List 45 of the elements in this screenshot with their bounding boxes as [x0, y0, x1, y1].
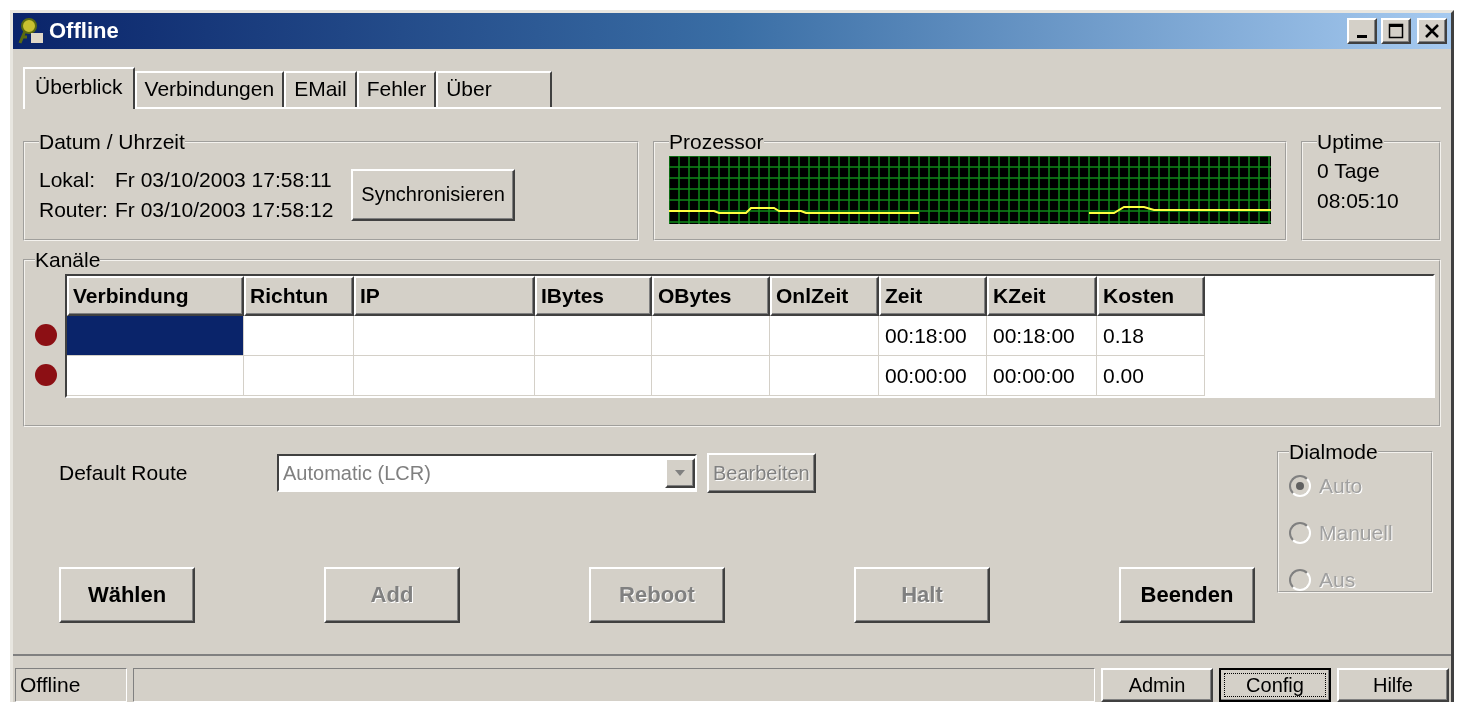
status-text: Offline	[15, 668, 127, 702]
column-header[interactable]: Verbindung	[67, 276, 244, 316]
uptime-text: 0 Tage	[1317, 158, 1381, 184]
tab[interactable]: Fehler	[356, 71, 437, 107]
table-cell: 00:00:00	[879, 356, 987, 396]
group-title: Uptime	[1317, 131, 1384, 152]
table-cell: 00:18:00	[879, 316, 987, 356]
table-cell: 0.00	[1097, 356, 1205, 396]
tab[interactable]: Über	[436, 71, 553, 107]
status-button[interactable]: Config	[1219, 668, 1331, 702]
action-button[interactable]: Wählen	[59, 567, 195, 623]
minimize-button[interactable]	[1347, 18, 1377, 44]
column-header[interactable]: KZeit	[987, 276, 1097, 316]
group-title: Dialmode	[1289, 441, 1378, 462]
close-icon	[1424, 23, 1440, 39]
date-time-text: Lokal: Fr 03/10/2003 17:58:11	[39, 166, 333, 193]
group-title: Prozessor	[669, 131, 764, 152]
keys-icon	[17, 17, 45, 45]
action-button[interactable]: Beenden	[1119, 567, 1255, 623]
maximize-icon	[1388, 23, 1404, 39]
group-title: Datum / Uhrzeit	[39, 131, 185, 152]
tab[interactable]: Überblick	[23, 67, 135, 109]
maximize-button[interactable]	[1381, 18, 1411, 44]
uptime-text: 08:05:10	[1317, 188, 1400, 214]
close-button[interactable]	[1417, 18, 1447, 44]
minimize-icon	[1357, 34, 1367, 38]
date-time-text: Router: Fr 03/10/2003 17:58:12	[39, 196, 334, 223]
field-label: Default Route	[59, 461, 189, 485]
column-header[interactable]: Richtun	[244, 276, 354, 316]
column-header[interactable]: OnlZeit	[770, 276, 879, 316]
table-cell: 00:00:00	[987, 356, 1097, 396]
column-header[interactable]: IP	[354, 276, 535, 316]
window-title: Offline	[49, 18, 120, 44]
column-header[interactable]: Kosten	[1097, 276, 1205, 316]
column-header[interactable]: Zeit	[879, 276, 987, 316]
tab[interactable]: Verbindungen	[134, 71, 285, 107]
tab[interactable]: EMail	[284, 71, 357, 107]
table-cell: 00:18:00	[987, 316, 1097, 356]
group-title: Kanäle	[35, 249, 101, 270]
status-button[interactable]: Admin	[1101, 668, 1213, 702]
table-cell: 0.18	[1097, 316, 1205, 356]
column-header[interactable]: IBytes	[535, 276, 652, 316]
column-header[interactable]: OBytes	[652, 276, 770, 316]
status-button[interactable]: Hilfe	[1337, 668, 1449, 702]
synchronize-button[interactable]: Synchronisieren	[351, 168, 515, 221]
